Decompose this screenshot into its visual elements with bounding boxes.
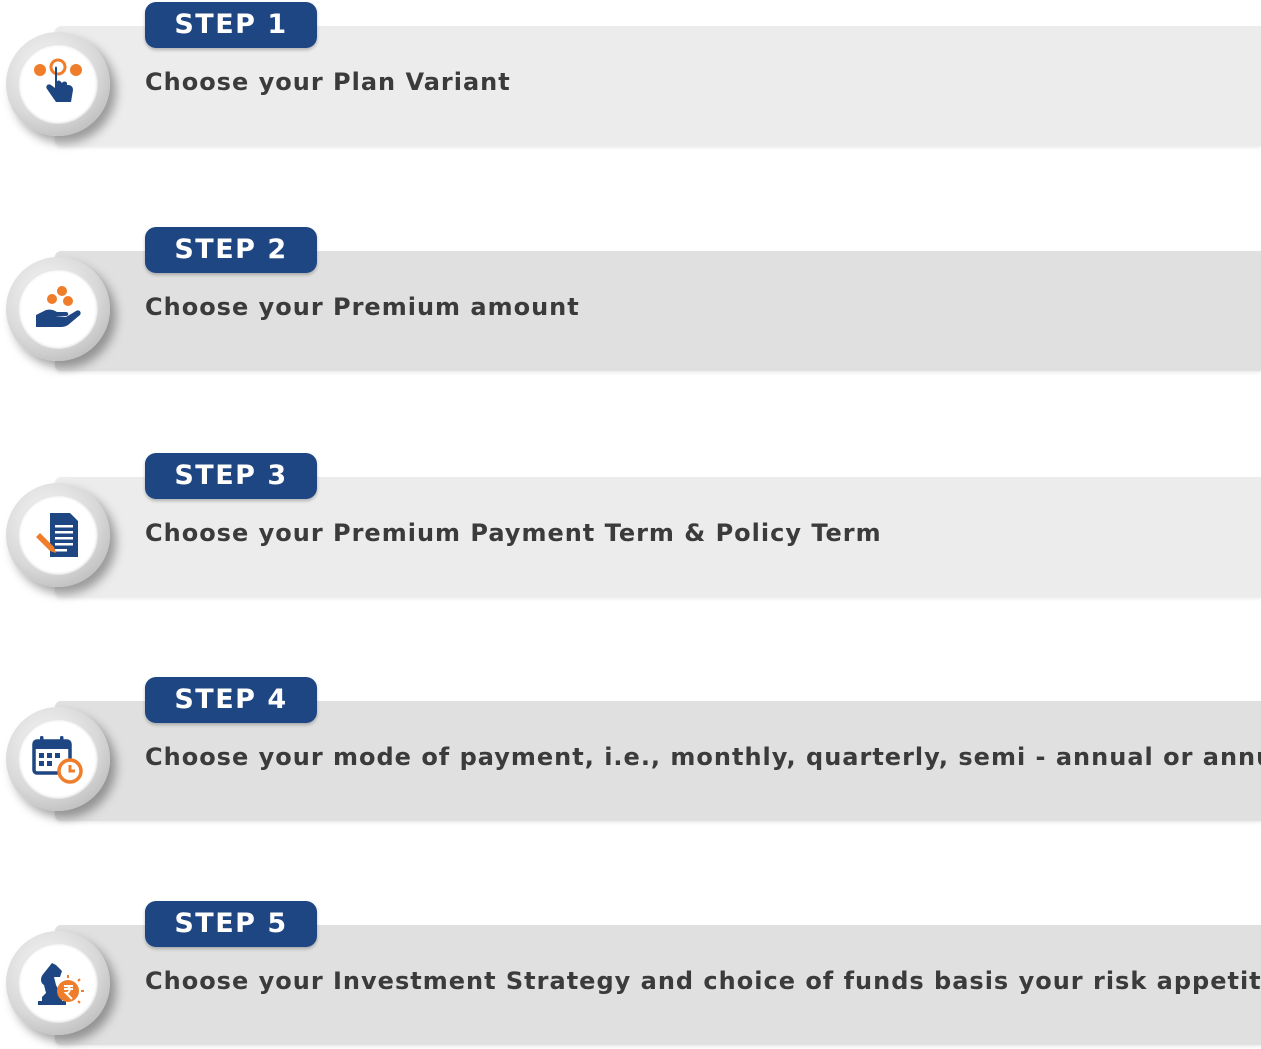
step-badge: STEP 3 bbox=[145, 453, 317, 499]
icon-ring bbox=[6, 257, 110, 361]
icon-ring bbox=[6, 707, 110, 811]
step-badge: STEP 2 bbox=[145, 227, 317, 273]
icon-ring bbox=[6, 931, 110, 1035]
step-description: Choose your Plan Variant bbox=[145, 68, 511, 96]
step-4: STEP 4 Choose your mode of payment, i.e.… bbox=[0, 675, 1261, 825]
step-badge: STEP 1 bbox=[145, 2, 317, 48]
step-description: Choose your Premium Payment Term & Polic… bbox=[145, 519, 882, 547]
step-1: STEP 1 Choose your Plan Variant bbox=[0, 0, 1261, 150]
step-badge: STEP 5 bbox=[145, 901, 317, 947]
document-pen-icon bbox=[36, 513, 78, 557]
step-description: Choose your Premium amount bbox=[145, 293, 580, 321]
step-2: STEP 2 Choose your Premium amount bbox=[0, 225, 1261, 375]
calendar-clock-icon bbox=[32, 736, 83, 784]
step-badge: STEP 4 bbox=[145, 677, 317, 723]
icon-ring bbox=[6, 32, 110, 136]
finger-tap-icon bbox=[34, 58, 82, 102]
step-5: STEP 5 Choose your Investment Strategy a… bbox=[0, 899, 1261, 1049]
chess-knight-rupee-icon bbox=[38, 963, 84, 1005]
icon-ring bbox=[6, 483, 110, 587]
step-description: Choose your mode of payment, i.e., month… bbox=[145, 743, 1261, 771]
hand-coins-icon bbox=[36, 286, 81, 327]
step-description: Choose your Investment Strategy and choi… bbox=[145, 967, 1261, 995]
step-3: STEP 3 Choose your Premium Payment Term … bbox=[0, 451, 1261, 601]
